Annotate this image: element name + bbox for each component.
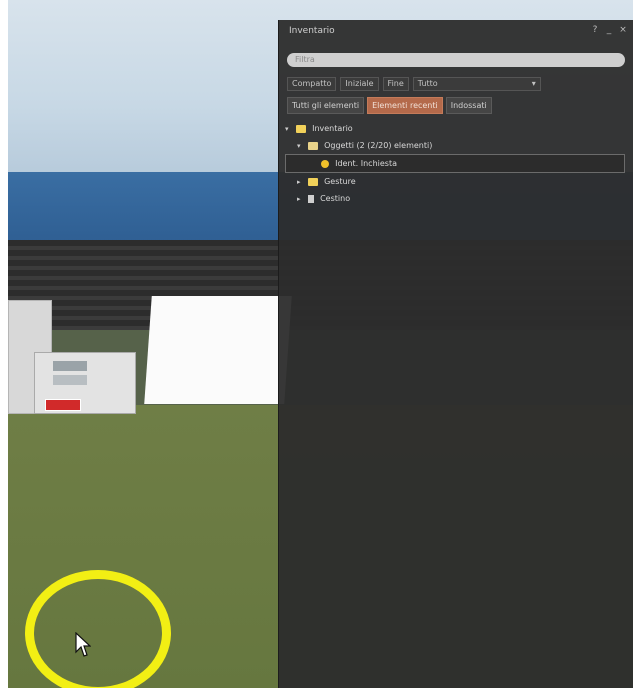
whiteboard[interactable] — [144, 296, 292, 404]
expand-arrow-icon[interactable]: ▾ — [297, 138, 305, 155]
initial-button[interactable]: Iniziale — [340, 77, 379, 91]
kiosk-object[interactable] — [34, 352, 136, 414]
help-icon[interactable]: ? — [590, 25, 600, 35]
window-title: Inventario — [289, 26, 335, 36]
kiosk-red-button[interactable] — [45, 399, 81, 411]
folder-icon — [295, 124, 306, 133]
gesture-icon — [320, 159, 329, 168]
inventory-tabs: Tutti gli elementi Elementi recenti Indo… — [287, 97, 492, 114]
tree-item-selected[interactable]: Ident. Inchiesta — [285, 154, 625, 173]
expand-arrow-icon[interactable]: ▸ — [297, 191, 305, 208]
minimize-icon[interactable]: _ — [604, 25, 614, 35]
compact-button[interactable]: Compatto — [287, 77, 337, 91]
tab-all-items[interactable]: Tutti gli elementi — [287, 97, 365, 114]
tree-item-label: Ident. Inchiesta — [335, 159, 397, 168]
inventory-window[interactable]: Inventario ? _ × Filtra Compatto Inizial… — [278, 20, 633, 688]
inventory-titlebar[interactable]: Inventario ? _ × — [279, 20, 633, 42]
tree-item-gestures[interactable]: ▸ Gesture — [285, 173, 625, 190]
inventory-tree: ▾ Inventario ▾ Oggetti (2 (2/20) element… — [285, 120, 625, 207]
filter-select[interactable]: Tutto ▾ — [412, 77, 541, 91]
expand-arrow-icon[interactable]: ▾ — [285, 121, 293, 138]
tree-item-trash[interactable]: ▸ Cestino — [285, 190, 625, 207]
tab-worn[interactable]: Indossati — [445, 97, 492, 114]
filter-bar: Compatto Iniziale Fine Tutto ▾ — [287, 77, 541, 91]
gesture-folder-icon — [307, 177, 318, 186]
trash-icon — [307, 194, 314, 203]
cursor-highlight-ring — [25, 570, 171, 688]
kiosk-screen-1 — [53, 361, 87, 371]
mouse-cursor-icon — [75, 632, 91, 657]
object-folder-icon — [307, 141, 318, 150]
tree-item-inventory[interactable]: ▾ Inventario — [285, 120, 625, 137]
tree-item-label: Gesture — [324, 177, 356, 186]
expand-arrow-icon[interactable]: ▸ — [297, 174, 305, 191]
close-icon[interactable]: × — [618, 25, 628, 35]
tree-item-label: Inventario — [312, 124, 353, 133]
tab-recent-items[interactable]: Elementi recenti — [367, 97, 443, 114]
filter-select-value: Tutto — [417, 79, 438, 88]
tree-item-label: Oggetti (2 (2/20) elementi) — [324, 141, 433, 150]
chevron-down-icon: ▾ — [531, 79, 536, 88]
tree-item-objects[interactable]: ▾ Oggetti (2 (2/20) elementi) — [285, 137, 625, 154]
inventory-search-input[interactable]: Filtra — [287, 53, 625, 67]
end-button[interactable]: Fine — [382, 77, 409, 91]
kiosk-screen-2 — [53, 375, 87, 385]
tree-item-label: Cestino — [320, 194, 351, 203]
